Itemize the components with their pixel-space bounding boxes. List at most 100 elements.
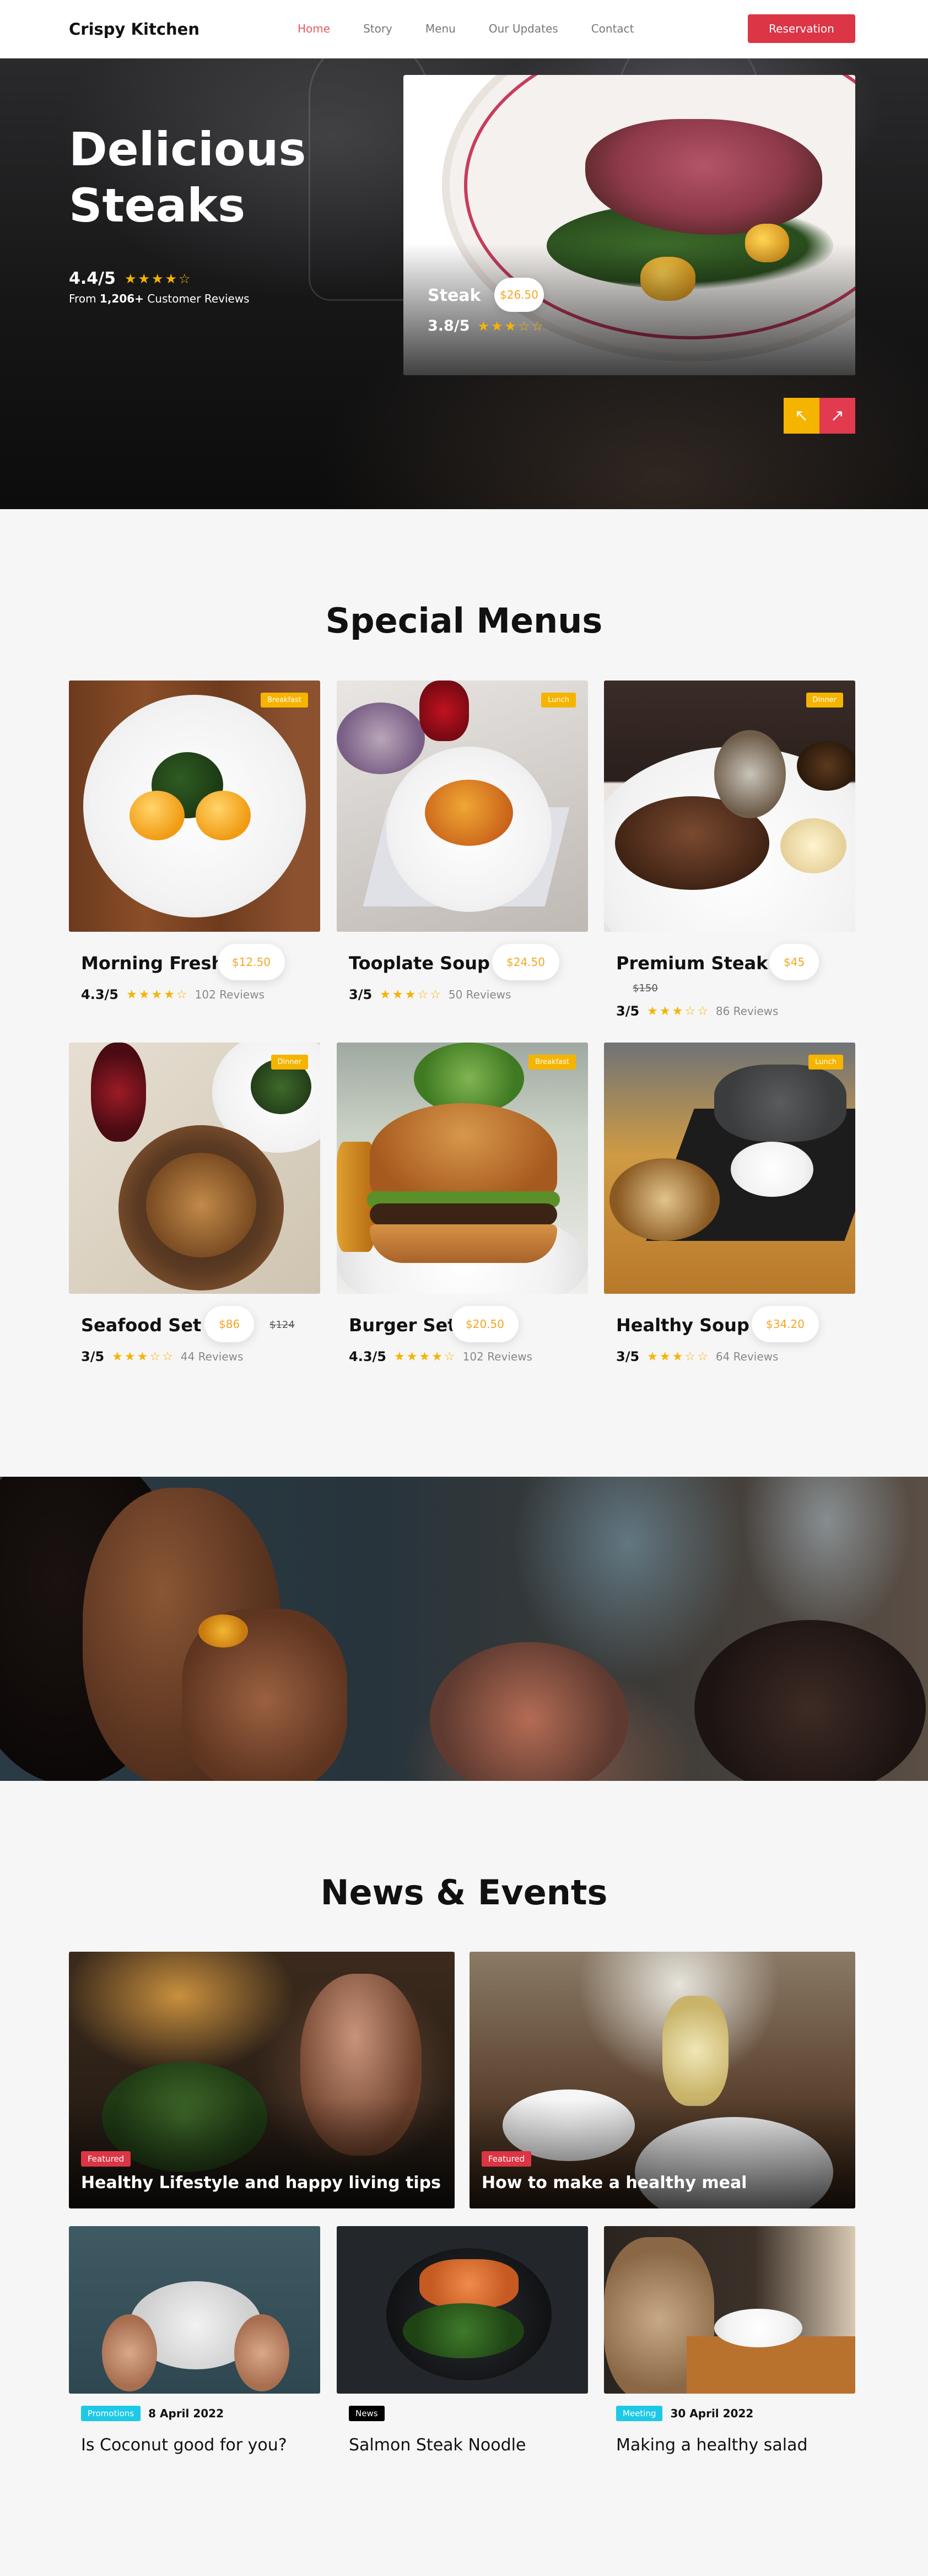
menu-card-reviews: 102 Reviews bbox=[195, 988, 265, 1001]
star-icon: ☆ bbox=[179, 271, 191, 287]
star-icon: ★ bbox=[477, 318, 489, 334]
carousel-prev-button[interactable]: ↖ bbox=[784, 398, 819, 434]
menu-card-price: $45 bbox=[769, 944, 819, 980]
news-card-image bbox=[69, 2226, 320, 2394]
menu-card-name: Healthy Soup bbox=[616, 1315, 749, 1336]
menu-card-tag: Breakfast bbox=[528, 1055, 576, 1070]
menu-card[interactable]: Breakfast Morning Fresh $12.50 4.3/5 ★ ★ ★… bbox=[69, 681, 320, 1002]
star-icon: ☆ bbox=[684, 1349, 696, 1364]
news-meta: Meeting 30 April 2022 bbox=[616, 2406, 753, 2421]
brand-logo[interactable]: Crispy Kitchen bbox=[69, 20, 199, 39]
star-icon: ★ bbox=[672, 1349, 683, 1364]
carousel-next-button[interactable]: ↗ bbox=[819, 398, 855, 434]
nav-item-menu[interactable]: Menu bbox=[425, 22, 456, 35]
menu-card[interactable]: Lunch Healthy Soup $34.20 3/5 ★ ★ ★ ☆ ☆ 64 R… bbox=[604, 1043, 855, 1364]
menu-card[interactable]: Dinner Seafood Set $86 $124 3/5 ★ ★ ★ ☆ ☆ 44… bbox=[69, 1043, 320, 1364]
nav-item-our-updates[interactable]: Our Updates bbox=[489, 22, 558, 35]
menu-card-rating-value: 3/5 bbox=[81, 1349, 105, 1364]
menu-card-price: $20.50 bbox=[451, 1306, 519, 1342]
star-icon: ☆ bbox=[684, 1004, 696, 1018]
menu-card-rating-value: 3/5 bbox=[616, 1003, 640, 1019]
hero-rating-value: 4.4/5 bbox=[69, 269, 116, 288]
hero-rating: 4.4/5 ★ ★ ★ ★ ☆ bbox=[69, 269, 191, 288]
menu-card-image: Breakfast bbox=[69, 681, 320, 932]
nav-item-home[interactable]: Home bbox=[298, 22, 330, 35]
star-icon: ★ bbox=[419, 1349, 430, 1364]
news-card[interactable]: News Salmon Steak Noodle bbox=[337, 2226, 588, 2455]
menu-card-rating-value: 3/5 bbox=[349, 987, 373, 1002]
star-icon: ★ bbox=[647, 1004, 658, 1018]
reservation-button[interactable]: Reservation bbox=[748, 14, 855, 43]
news-badge: News bbox=[349, 2406, 385, 2421]
star-icon: ☆ bbox=[531, 318, 544, 334]
star-icon: ★ bbox=[647, 1349, 658, 1364]
star-icon: ★ bbox=[137, 1349, 148, 1364]
star-icon: ★ bbox=[672, 1004, 683, 1018]
star-icon: ★ bbox=[112, 1349, 123, 1364]
star-rating: ★ ★ ★ ☆ ☆ bbox=[647, 1350, 708, 1364]
menu-card-name: Premium Steak bbox=[616, 953, 768, 974]
featured-dish-image: Steak $26.50 3.8/5 ★ ★ ★ ☆ ☆ bbox=[403, 75, 855, 375]
star-icon: ☆ bbox=[697, 1004, 708, 1018]
hero-reviews-prefix: From bbox=[69, 292, 100, 305]
star-icon: ★ bbox=[164, 987, 175, 1002]
menu-card[interactable]: Lunch Tooplate Soup $24.50 3/5 ★ ★ ★ ☆ ☆ 50 … bbox=[337, 681, 588, 1002]
news-card-image bbox=[604, 2226, 855, 2394]
menu-card-tag: Breakfast bbox=[261, 693, 308, 708]
menu-card-price: $12.50 bbox=[218, 944, 285, 980]
menu-card-tag: Lunch bbox=[541, 693, 576, 708]
menu-card-rating-value: 4.3/5 bbox=[349, 1349, 386, 1364]
menu-card[interactable]: Dinner Premium Steak $45 $150 3/5 ★ ★ ★ ☆ ☆ … bbox=[604, 681, 855, 1019]
menu-card[interactable]: Breakfast Burger Set $20.50 4.3/5 ★ ★ ★ ★ ☆ … bbox=[337, 1043, 588, 1364]
news-card[interactable]: Meeting 30 April 2022 Making a healthy s… bbox=[604, 2226, 855, 2455]
star-rating: ★ ★ ★ ☆ ☆ bbox=[380, 988, 441, 1002]
menu-card-rating: 4.3/5 ★ ★ ★ ★ ☆ 102 Reviews bbox=[349, 1349, 532, 1364]
star-icon: ☆ bbox=[149, 1349, 161, 1364]
star-icon: ☆ bbox=[518, 318, 530, 334]
star-icon: ★ bbox=[392, 987, 403, 1002]
menu-card-reviews: 86 Reviews bbox=[715, 1005, 779, 1018]
restaurant-banner-image bbox=[0, 1477, 928, 1781]
nav-item-contact[interactable]: Contact bbox=[591, 22, 634, 35]
menu-card-rating: 3/5 ★ ★ ★ ☆ ☆ 44 Reviews bbox=[81, 1349, 243, 1364]
news-title[interactable]: How to make a healthy meal bbox=[482, 2173, 747, 2192]
menu-card-image: Breakfast bbox=[337, 1043, 588, 1294]
menu-card-rating: 3/5 ★ ★ ★ ☆ ☆ 50 Reviews bbox=[349, 987, 511, 1002]
star-icon: ★ bbox=[138, 271, 150, 287]
menu-card-name: Morning Fresh bbox=[81, 953, 224, 974]
star-icon: ☆ bbox=[430, 987, 441, 1002]
star-rating: ★ ★ ★ ☆ ☆ bbox=[112, 1350, 173, 1364]
star-icon: ★ bbox=[126, 987, 137, 1002]
star-icon: ☆ bbox=[176, 987, 187, 1002]
star-rating: ★ ★ ★ ★ ☆ bbox=[394, 1350, 455, 1364]
menu-card-price: $34.20 bbox=[752, 1306, 819, 1342]
menu-card-image: Dinner bbox=[604, 681, 855, 932]
menu-card-name: Tooplate Soup bbox=[349, 953, 490, 974]
hero-reviews: From 1,206+ Customer Reviews bbox=[69, 292, 250, 305]
star-icon: ★ bbox=[659, 1349, 671, 1364]
news-card[interactable]: Promotions 8 April 2022 Is Coconut good … bbox=[69, 2226, 320, 2455]
star-icon: ★ bbox=[124, 1349, 136, 1364]
menu-card-rating: 3/5 ★ ★ ★ ☆ ☆ 64 Reviews bbox=[616, 1349, 778, 1364]
arrow-up-right-icon: ↗ bbox=[830, 406, 845, 425]
star-icon: ★ bbox=[406, 1349, 418, 1364]
star-icon: ★ bbox=[393, 1349, 405, 1364]
menu-card-old-price: $150 bbox=[633, 982, 658, 994]
news-title[interactable]: Is Coconut good for you? bbox=[81, 2435, 287, 2455]
menu-card-image: Dinner bbox=[69, 1043, 320, 1294]
menu-card-image: Lunch bbox=[337, 681, 588, 932]
news-title[interactable]: Making a healthy salad bbox=[616, 2435, 808, 2455]
news-card-image bbox=[337, 2226, 588, 2394]
news-title[interactable]: Salmon Steak Noodle bbox=[349, 2435, 526, 2455]
special-menus-title: Special Menus bbox=[325, 601, 603, 641]
news-featured-card[interactable]: Featured How to make a healthy meal bbox=[470, 1952, 855, 2208]
menu-card-rating: 3/5 ★ ★ ★ ☆ ☆ 86 Reviews bbox=[616, 1003, 778, 1019]
featured-dish-rating: 3.8/5 ★ ★ ★ ☆ ☆ bbox=[428, 317, 543, 334]
news-title[interactable]: Healthy Lifestyle and happy living tips bbox=[81, 2173, 441, 2192]
nav-item-story[interactable]: Story bbox=[363, 22, 392, 35]
menu-card-tag: Dinner bbox=[271, 1055, 308, 1070]
star-icon: ★ bbox=[138, 987, 150, 1002]
news-featured-card[interactable]: Featured Healthy Lifestyle and happy liv… bbox=[69, 1952, 455, 2208]
hero-star-rating: ★ ★ ★ ★ ☆ bbox=[125, 271, 191, 287]
menu-card-image: Lunch bbox=[604, 1043, 855, 1294]
